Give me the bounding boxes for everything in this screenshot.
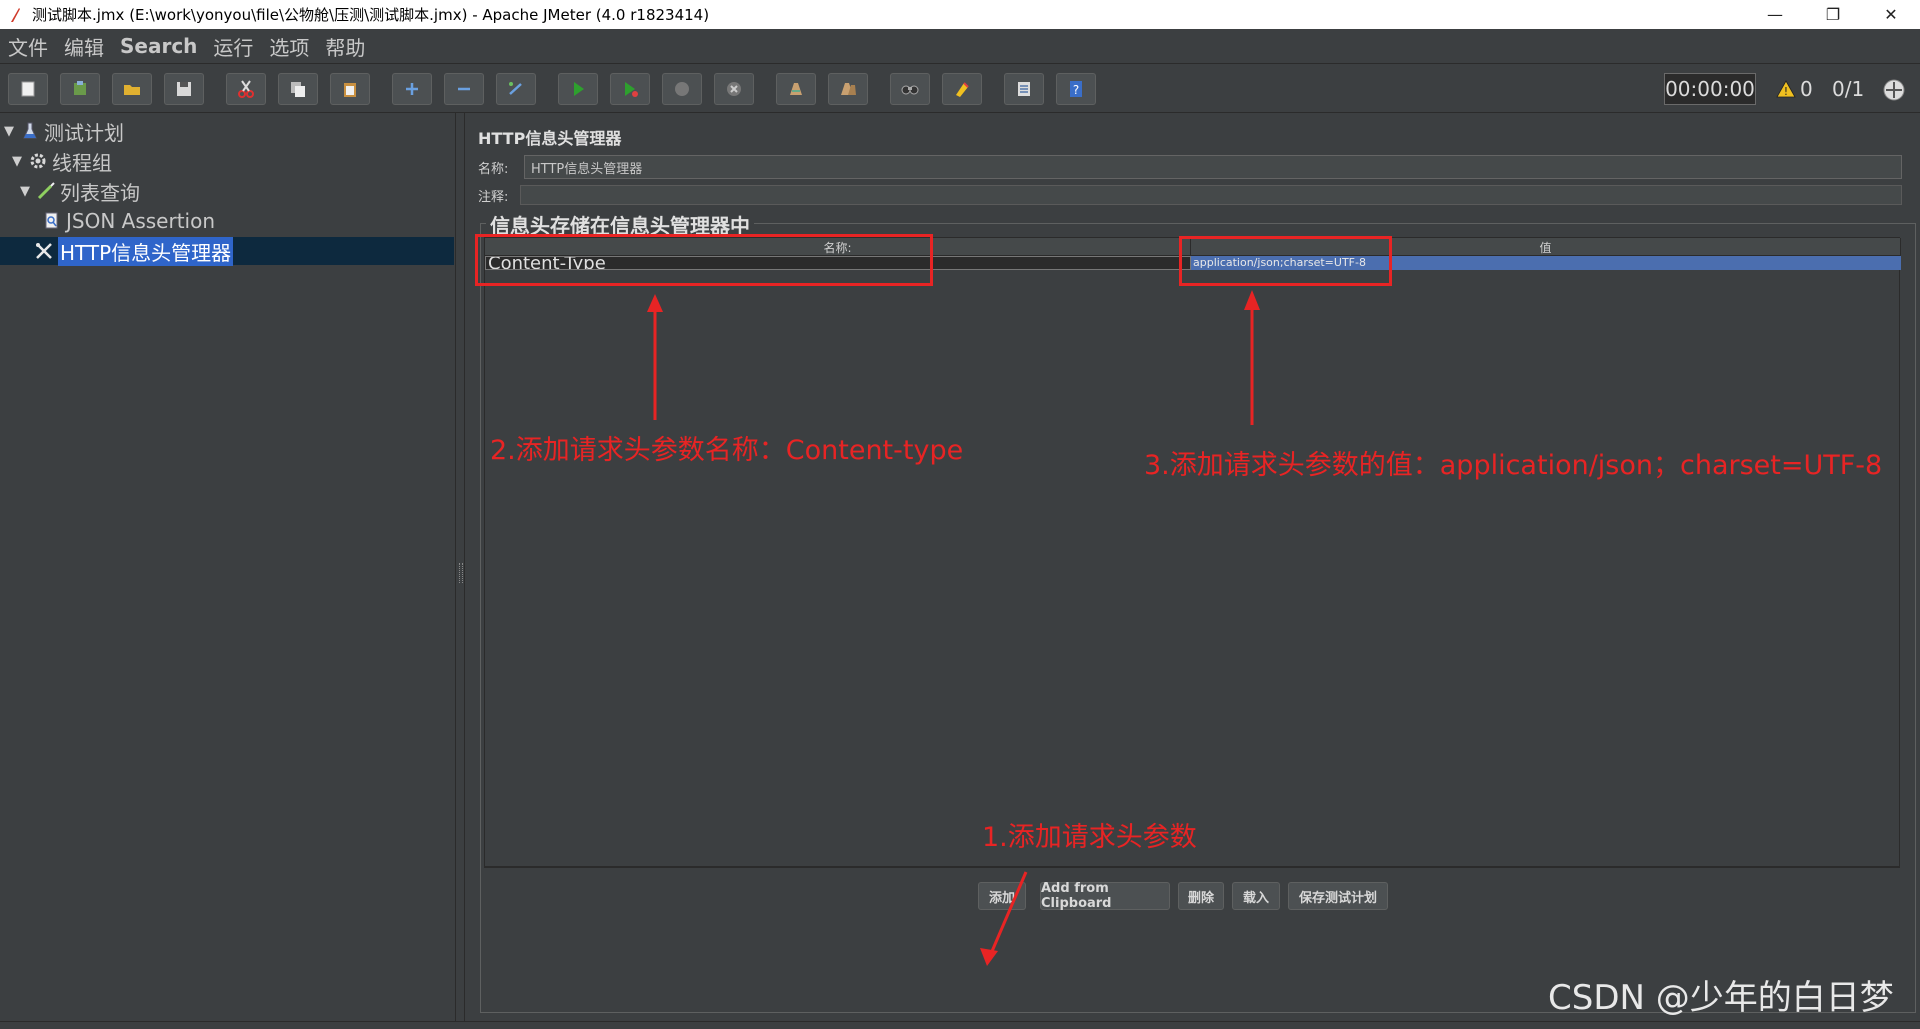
svg-text:!: ! xyxy=(1784,85,1788,98)
expand-icon[interactable] xyxy=(392,73,432,105)
start-icon[interactable] xyxy=(558,73,598,105)
csdn-watermark: CSDN @少年的白日梦 xyxy=(1548,978,1894,1018)
comment-label: 注释: xyxy=(478,189,509,205)
tree-item-label: 线程组 xyxy=(52,150,112,175)
clear-all-icon[interactable] xyxy=(828,73,868,105)
splitter-grip[interactable] xyxy=(459,563,463,583)
menu-file[interactable]: 文件 xyxy=(8,32,48,61)
menu-bar: 文件 编辑 Search 运行 选项 帮助 xyxy=(0,29,1920,63)
stop-icon[interactable] xyxy=(662,73,702,105)
warning-icon: ! xyxy=(1776,80,1796,98)
add-button[interactable]: 添加 xyxy=(978,882,1026,910)
comment-field[interactable] xyxy=(520,185,1902,205)
toolbar: ? 00:00:00 ! 0 0/1 xyxy=(0,63,1920,113)
warning-count-value: 0 xyxy=(1800,77,1813,101)
minimize-button[interactable]: — xyxy=(1746,0,1804,29)
clear-icon[interactable] xyxy=(776,73,816,105)
annotation-step3: 3.添加请求头参数的值：application/json；charset=UTF… xyxy=(1144,450,1883,481)
comment-row: 注释: xyxy=(478,183,522,207)
start-no-pause-icon[interactable] xyxy=(610,73,650,105)
config-icon xyxy=(34,241,54,261)
search-icon[interactable] xyxy=(890,73,930,105)
tree-item-http-header-manager[interactable]: HTTP信息头管理器 xyxy=(0,236,454,266)
help-icon[interactable]: ? xyxy=(1056,73,1096,105)
menu-run[interactable]: 运行 xyxy=(213,32,253,61)
add-from-clipboard-button[interactable]: Add from Clipboard xyxy=(1040,881,1170,911)
close-button[interactable]: ✕ xyxy=(1862,0,1920,29)
annotation-step1: 1.添加请求头参数 xyxy=(982,822,1197,853)
svg-text:?: ? xyxy=(1073,83,1079,97)
function-helper-icon[interactable] xyxy=(1004,73,1044,105)
jmeter-feather-icon xyxy=(6,6,24,24)
name-field[interactable]: HTTP信息头管理器 xyxy=(524,155,1902,179)
tree-item-list-query[interactable]: ▼ 列表查询 xyxy=(20,177,140,205)
tree-item-label: HTTP信息头管理器 xyxy=(58,236,234,266)
expand-arrow-icon[interactable]: ▼ xyxy=(20,184,34,199)
copy-icon[interactable] xyxy=(278,73,318,105)
tree-item-test-plan[interactable]: ▼ 测试计划 xyxy=(4,117,124,145)
active-threads: 0/1 xyxy=(1832,77,1865,101)
restore-button[interactable]: ❐ xyxy=(1804,0,1862,29)
menu-edit[interactable]: 编辑 xyxy=(64,32,104,61)
test-plan-icon xyxy=(20,121,40,141)
window-titlebar: 测试脚本.jmx (E:\work\yonyou\file\公物舱\压测\测试脚… xyxy=(0,0,1920,29)
sampler-icon xyxy=(36,181,56,201)
tree-item-label: 测试计划 xyxy=(44,120,124,145)
panel-title: HTTP信息头管理器 xyxy=(478,129,622,148)
annotation-step2: 2.添加请求头参数名称：Content-type xyxy=(490,435,964,466)
expand-arrow-icon[interactable]: ▼ xyxy=(4,124,18,139)
toggle-icon[interactable] xyxy=(496,73,536,105)
test-plan-tree: ▼ 测试计划 ▼ 线程组 ▼ 列表查询 JSON Assertion HTTP信… xyxy=(0,113,456,1021)
shutdown-icon[interactable] xyxy=(714,73,754,105)
new-icon[interactable] xyxy=(8,73,48,105)
load-button[interactable]: 载入 xyxy=(1232,882,1280,910)
open-icon[interactable] xyxy=(112,73,152,105)
templates-icon[interactable] xyxy=(60,73,100,105)
delete-button[interactable]: 删除 xyxy=(1178,882,1224,910)
expand-arrow-icon[interactable]: ▼ xyxy=(12,154,26,169)
annotation-box-name xyxy=(475,234,933,286)
name-label: 名称: xyxy=(478,161,509,177)
tree-item-label: JSON Assertion xyxy=(66,209,216,233)
headers-table: 名称: 值 Content-Type application/json;char… xyxy=(484,237,1901,867)
window-title: 测试脚本.jmx (E:\work\yonyou\file\公物舱\压测\测试脚… xyxy=(32,6,710,24)
paste-icon[interactable] xyxy=(330,73,370,105)
tree-item-thread-group[interactable]: ▼ 线程组 xyxy=(12,147,112,175)
collapse-icon[interactable] xyxy=(444,73,484,105)
warning-count[interactable]: ! 0 xyxy=(1776,77,1813,101)
save-test-plan-button[interactable]: 保存测试计划 xyxy=(1288,882,1388,910)
tree-item-json-assertion[interactable]: JSON Assertion xyxy=(40,207,215,235)
annotation-box-value xyxy=(1179,236,1392,286)
menu-search[interactable]: Search xyxy=(120,34,197,58)
assertion-icon xyxy=(42,211,62,231)
reset-search-icon[interactable] xyxy=(942,73,982,105)
tree-item-label: 列表查询 xyxy=(60,180,140,205)
panel-splitter[interactable] xyxy=(457,113,465,1021)
name-row: 名称: xyxy=(478,155,522,179)
cut-icon[interactable] xyxy=(226,73,266,105)
table-button-bar: 添加 Add from Clipboard 删除 载入 保存测试计划 xyxy=(484,867,1900,911)
thread-group-icon xyxy=(28,151,48,171)
save-icon[interactable] xyxy=(164,73,204,105)
menu-help[interactable]: 帮助 xyxy=(325,32,365,61)
status-bar xyxy=(0,1021,1920,1029)
remote-globe-icon[interactable] xyxy=(1882,78,1906,102)
menu-options[interactable]: 选项 xyxy=(269,32,309,61)
elapsed-timer: 00:00:00 xyxy=(1664,73,1756,105)
